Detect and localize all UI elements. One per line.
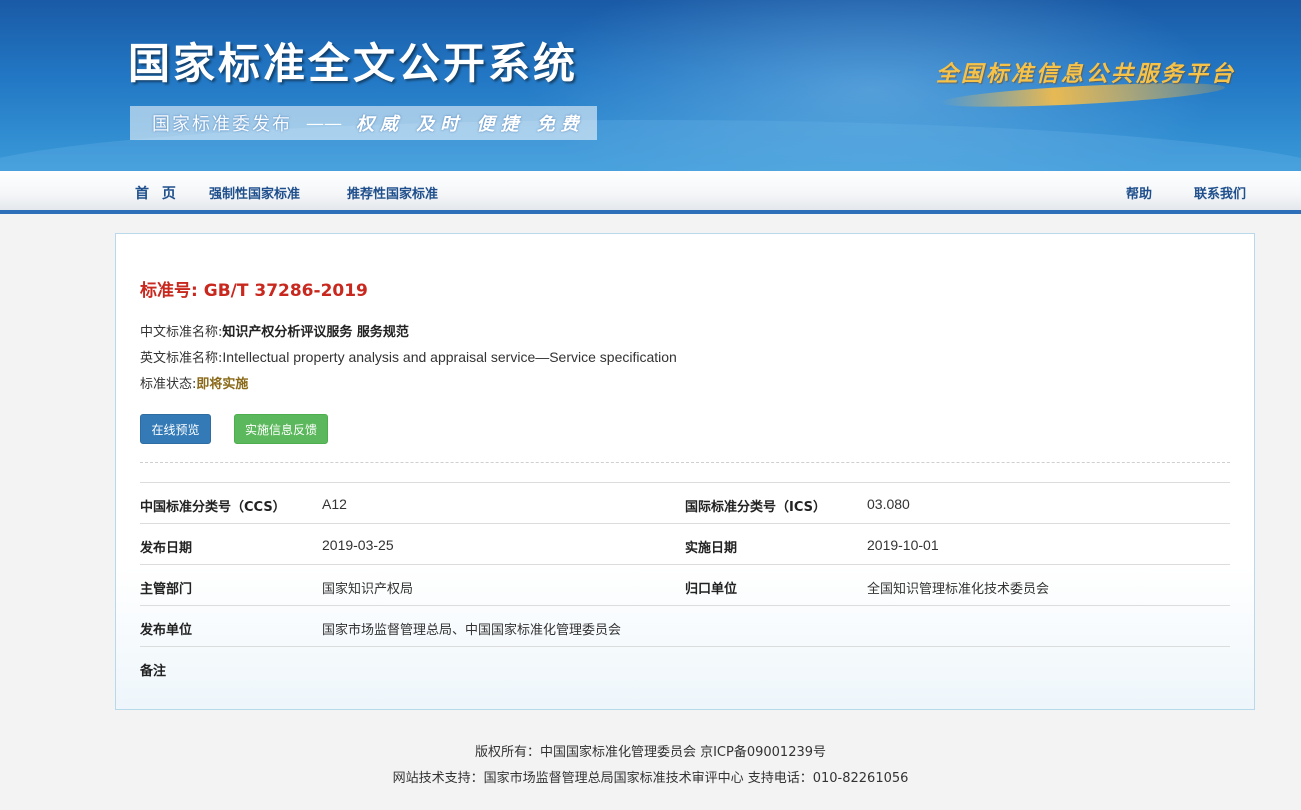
en-name-line: 英文标准名称:Intellectual property analysis an… [140, 347, 677, 366]
ccs-value: A12 [322, 496, 347, 512]
cn-name-line: 中文标准名称:知识产权分析评议服务 服务规范 [140, 321, 409, 340]
dashed-divider [140, 462, 1230, 463]
meta-row-dates: 发布日期 2019-03-25 实施日期 2019-10-01 [140, 524, 1230, 565]
online-preview-button[interactable]: 在线预览 [140, 414, 211, 444]
en-name-label: 英文标准名称: [140, 351, 223, 366]
subtitle-strip: 国家标准委发布 —— 权威 及时 便捷 免费 [130, 106, 597, 140]
header-banner: 国家标准全文公开系统 国家标准委发布 —— 权威 及时 便捷 免费 全国标准信息… [0, 0, 1301, 171]
authority-value: 国家知识产权局 [322, 582, 414, 597]
technical-committee-value: 全国知识管理标准化技术委员会 [867, 582, 1050, 597]
standard-detail-card: 标准号: GB/T 37286-2019 中文标准名称:知识产权分析评议服务 服… [115, 233, 1255, 710]
publish-date-label: 发布日期 [140, 541, 193, 556]
publisher-value: 国家市场监督管理总局、中国国家标准化管理委员会 [322, 623, 622, 638]
standard-number-value: GB/T 37286-2019 [203, 281, 368, 301]
page-footer: 版权所有：中国国家标准化管理委员会 京ICP备09001239号 网站技术支持：… [0, 740, 1301, 792]
meta-row-publisher: 发布单位 国家市场监督管理总局、中国国家标准化管理委员会 [140, 606, 1230, 647]
implement-date-label: 实施日期 [685, 541, 738, 556]
implementation-feedback-button[interactable]: 实施信息反馈 [234, 414, 328, 444]
ics-label: 国际标准分类号（ICS） [685, 500, 826, 515]
subtitle-dash: —— [306, 112, 342, 134]
meta-row-remark: 备注 [140, 647, 1230, 688]
footer-copyright: 版权所有：中国国家标准化管理委员会 京ICP备09001239号 [474, 745, 827, 760]
subtitle-publisher: 国家标准委发布 [152, 114, 292, 135]
meta-row-departments: 主管部门 国家知识产权局 归口单位 全国知识管理标准化技术委员会 [140, 565, 1230, 606]
authority-label: 主管部门 [140, 582, 193, 597]
nav-recommended-standards[interactable]: 推荐性国家标准 [347, 183, 438, 202]
status-value: 即将实施 [196, 377, 249, 392]
publisher-label: 发布单位 [140, 623, 193, 638]
status-label: 标准状态: [140, 377, 197, 392]
implement-date-value: 2019-10-01 [867, 537, 939, 553]
site-title: 国家标准全文公开系统 [128, 39, 579, 88]
cn-name-value: 知识产权分析评议服务 服务规范 [222, 325, 409, 340]
publish-date-value: 2019-03-25 [322, 537, 394, 553]
standard-number-label: 标准号: [140, 281, 198, 301]
standard-meta-table: 中国标准分类号（CCS） A12 国际标准分类号（ICS） 03.080 发布日… [140, 482, 1230, 688]
meta-row-classification: 中国标准分类号（CCS） A12 国际标准分类号（ICS） 03.080 [140, 483, 1230, 524]
nav-mandatory-standards[interactable]: 强制性国家标准 [209, 183, 300, 202]
ics-value: 03.080 [867, 496, 910, 512]
nav-contact-us[interactable]: 联系我们 [1194, 183, 1246, 202]
en-name-value: Intellectual property analysis and appra… [222, 349, 677, 365]
technical-committee-label: 归口单位 [685, 582, 738, 597]
nav-help[interactable]: 帮助 [1126, 183, 1152, 202]
remark-label: 备注 [140, 664, 167, 679]
cn-name-label: 中文标准名称: [140, 325, 223, 340]
nav-home[interactable]: 首 页 [135, 183, 180, 203]
ccs-label: 中国标准分类号（CCS） [140, 500, 286, 515]
subtitle-slogan: 权威 及时 便捷 免费 [356, 114, 585, 135]
status-line: 标准状态:即将实施 [140, 373, 248, 392]
platform-logo[interactable]: 全国标准信息公共服务平台 [936, 56, 1236, 88]
standard-number: 标准号: GB/T 37286-2019 [140, 276, 368, 301]
main-nav: 首 页 强制性国家标准 推荐性国家标准 帮助 联系我们 [0, 171, 1301, 214]
footer-support: 网站技术支持：国家市场监督管理总局国家标准技术审评中心 支持电话：010-822… [392, 771, 909, 786]
